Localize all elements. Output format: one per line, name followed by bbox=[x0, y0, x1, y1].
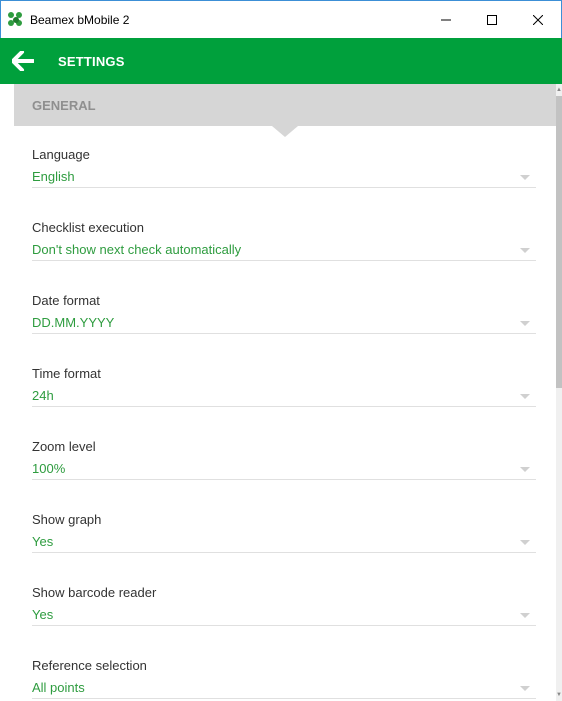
setting-show-graph: Show graph Yes bbox=[32, 511, 536, 584]
chevron-down-icon bbox=[520, 394, 530, 399]
chevron-down-icon bbox=[520, 467, 530, 472]
section-pointer bbox=[272, 126, 298, 137]
reference-selection-select[interactable]: All points bbox=[32, 677, 536, 699]
section-title: GENERAL bbox=[32, 97, 96, 113]
window-controls bbox=[423, 1, 561, 38]
chevron-down-icon bbox=[520, 686, 530, 691]
setting-label: Show graph bbox=[32, 512, 102, 527]
date-format-select[interactable]: DD.MM.YYYY bbox=[32, 312, 536, 334]
section-header-general: GENERAL bbox=[14, 84, 556, 126]
minimize-icon bbox=[441, 19, 451, 20]
setting-label: Time format bbox=[32, 366, 101, 381]
chevron-down-icon bbox=[520, 175, 530, 180]
setting-label: Language bbox=[32, 147, 90, 162]
time-format-select[interactable]: 24h bbox=[32, 385, 536, 407]
window-title: Beamex bMobile 2 bbox=[30, 12, 130, 27]
chevron-down-icon bbox=[520, 540, 530, 545]
setting-label: Reference selection bbox=[32, 658, 147, 673]
minimize-button[interactable] bbox=[423, 1, 469, 38]
zoom-level-select[interactable]: 100% bbox=[32, 458, 536, 480]
chevron-down-icon bbox=[520, 321, 530, 326]
setting-checklist-execution: Checklist execution Don't show next chec… bbox=[32, 219, 536, 292]
window-titlebar: Beamex bMobile 2 bbox=[0, 0, 562, 38]
chevron-down-icon bbox=[520, 613, 530, 618]
maximize-icon bbox=[487, 14, 497, 25]
setting-reference-selection: Reference selection All points bbox=[32, 657, 536, 701]
setting-label: Checklist execution bbox=[32, 220, 144, 235]
arrow-left-icon bbox=[12, 51, 34, 71]
close-button[interactable] bbox=[515, 1, 561, 38]
setting-value: DD.MM.YYYY bbox=[32, 315, 115, 330]
scrollbar-thumb[interactable] bbox=[556, 96, 562, 388]
setting-value: Yes bbox=[32, 607, 54, 622]
back-button[interactable] bbox=[10, 48, 36, 74]
setting-language: Language English bbox=[32, 146, 536, 219]
setting-label: Zoom level bbox=[32, 439, 96, 454]
setting-time-format: Time format 24h bbox=[32, 365, 536, 438]
scroll-up-icon[interactable]: ▲ bbox=[556, 86, 562, 94]
app-logo-icon bbox=[8, 11, 24, 28]
setting-value: 24h bbox=[32, 388, 54, 403]
setting-label: Show barcode reader bbox=[32, 585, 157, 600]
setting-show-barcode-reader: Show barcode reader Yes bbox=[32, 584, 536, 657]
language-select[interactable]: English bbox=[32, 166, 536, 188]
vertical-scrollbar[interactable]: ▲ ▼ bbox=[556, 84, 562, 701]
setting-zoom-level: Zoom level 100% bbox=[32, 438, 536, 511]
maximize-button[interactable] bbox=[469, 1, 515, 38]
close-icon bbox=[533, 14, 543, 25]
chevron-down-icon bbox=[520, 248, 530, 253]
setting-value: All points bbox=[32, 680, 85, 695]
setting-value: English bbox=[32, 169, 75, 184]
page-title: SETTINGS bbox=[58, 53, 125, 69]
show-graph-select[interactable]: Yes bbox=[32, 531, 536, 553]
app-header: SETTINGS bbox=[0, 38, 562, 84]
setting-value: Yes bbox=[32, 534, 54, 549]
show-barcode-reader-select[interactable]: Yes bbox=[32, 604, 536, 626]
setting-date-format: Date format DD.MM.YYYY bbox=[32, 292, 536, 365]
setting-value: Don't show next check automatically bbox=[32, 242, 242, 257]
checklist-execution-select[interactable]: Don't show next check automatically bbox=[32, 239, 536, 261]
settings-list: Language English Checklist execution Don… bbox=[32, 146, 536, 701]
setting-label: Date format bbox=[32, 293, 100, 308]
scroll-down-icon[interactable]: ▼ bbox=[556, 691, 562, 699]
setting-value: 100% bbox=[32, 461, 66, 476]
